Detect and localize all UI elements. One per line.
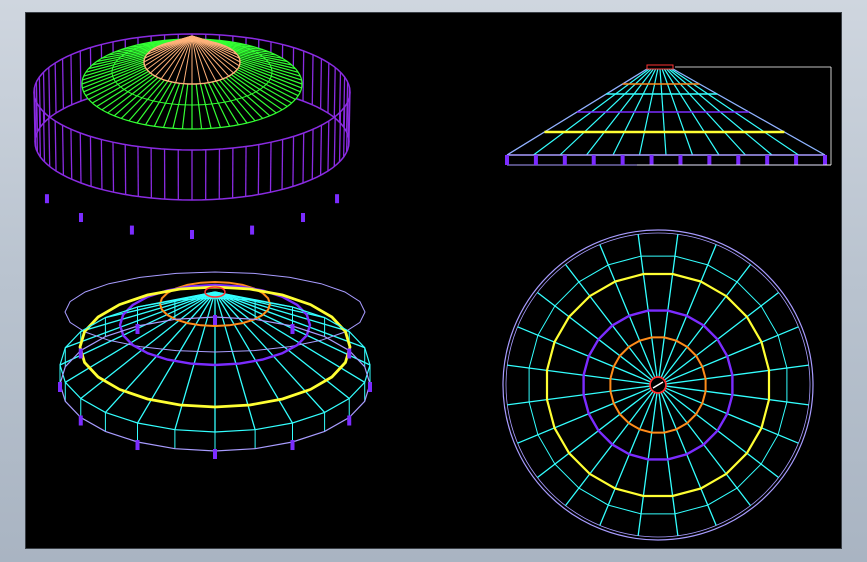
purple-rafter: [79, 50, 82, 101]
purple-rafter: [333, 67, 336, 118]
purple-rafter: [48, 67, 51, 118]
wire-column: [290, 440, 295, 451]
wire-rafter: [104, 291, 216, 413]
iso-view-wireframe: [58, 271, 372, 459]
purple-rafter: [61, 58, 65, 109]
purple-rafter: [100, 139, 103, 190]
purple-rafter: [269, 142, 272, 193]
elevation-column: [562, 155, 567, 165]
wire-column: [290, 323, 295, 334]
column: [190, 230, 194, 239]
wire-rafter: [214, 291, 326, 413]
wire-column: [135, 440, 140, 451]
purple-rafter: [327, 120, 330, 172]
elevation-column: [823, 155, 827, 165]
wire-column: [347, 415, 352, 426]
elevation-column: [533, 155, 538, 165]
purple-rafter: [302, 133, 305, 184]
drawing-canvas: [25, 12, 842, 549]
purple-rafter: [327, 62, 330, 114]
purple-rafter: [54, 120, 57, 172]
elevation-column: [505, 155, 509, 165]
purple-rafter: [302, 50, 305, 101]
wire-column: [58, 382, 62, 392]
wire-column: [347, 348, 352, 359]
purple-rafter: [292, 136, 295, 187]
elevation-crown: [646, 64, 674, 70]
column: [301, 213, 306, 223]
wire-column: [213, 315, 217, 325]
purple-rafter: [319, 125, 323, 176]
elevation-column: [707, 155, 712, 165]
dome-structure-drawing: [33, 33, 832, 541]
column: [129, 225, 134, 235]
purple-rafter: [311, 129, 314, 180]
wire-column: [213, 449, 217, 459]
plan-hub-mark: [652, 381, 664, 389]
elevation-column: [765, 155, 770, 165]
purple-rafter: [311, 54, 314, 105]
elevation-column: [678, 155, 683, 165]
elevation-column: [736, 155, 741, 165]
wire-column: [368, 382, 372, 392]
column: [44, 194, 49, 204]
wire-column: [78, 348, 83, 359]
wire-column: [78, 415, 83, 426]
purple-rafter: [61, 125, 65, 176]
column: [78, 213, 83, 223]
elevation-column: [649, 155, 654, 165]
purple-rafter: [70, 54, 73, 105]
purple-rafter: [89, 136, 92, 187]
column: [250, 225, 255, 235]
elevation-column: [620, 155, 625, 165]
purple-rafter: [48, 116, 51, 167]
elevation-view: [505, 64, 832, 166]
wire-column: [135, 323, 140, 334]
column: [335, 194, 340, 204]
purple-rafter: [112, 142, 115, 193]
purple-rafter: [70, 129, 73, 180]
purple-rafter: [281, 139, 284, 190]
elevation-column: [591, 155, 596, 165]
purple-rafter: [333, 116, 336, 167]
purple-rafter: [79, 133, 82, 184]
purple-rafter: [319, 58, 323, 109]
iso-view-rendered: [33, 33, 351, 239]
plan-view: [502, 229, 814, 541]
purple-rafter: [54, 62, 57, 114]
elevation-column: [794, 155, 799, 165]
